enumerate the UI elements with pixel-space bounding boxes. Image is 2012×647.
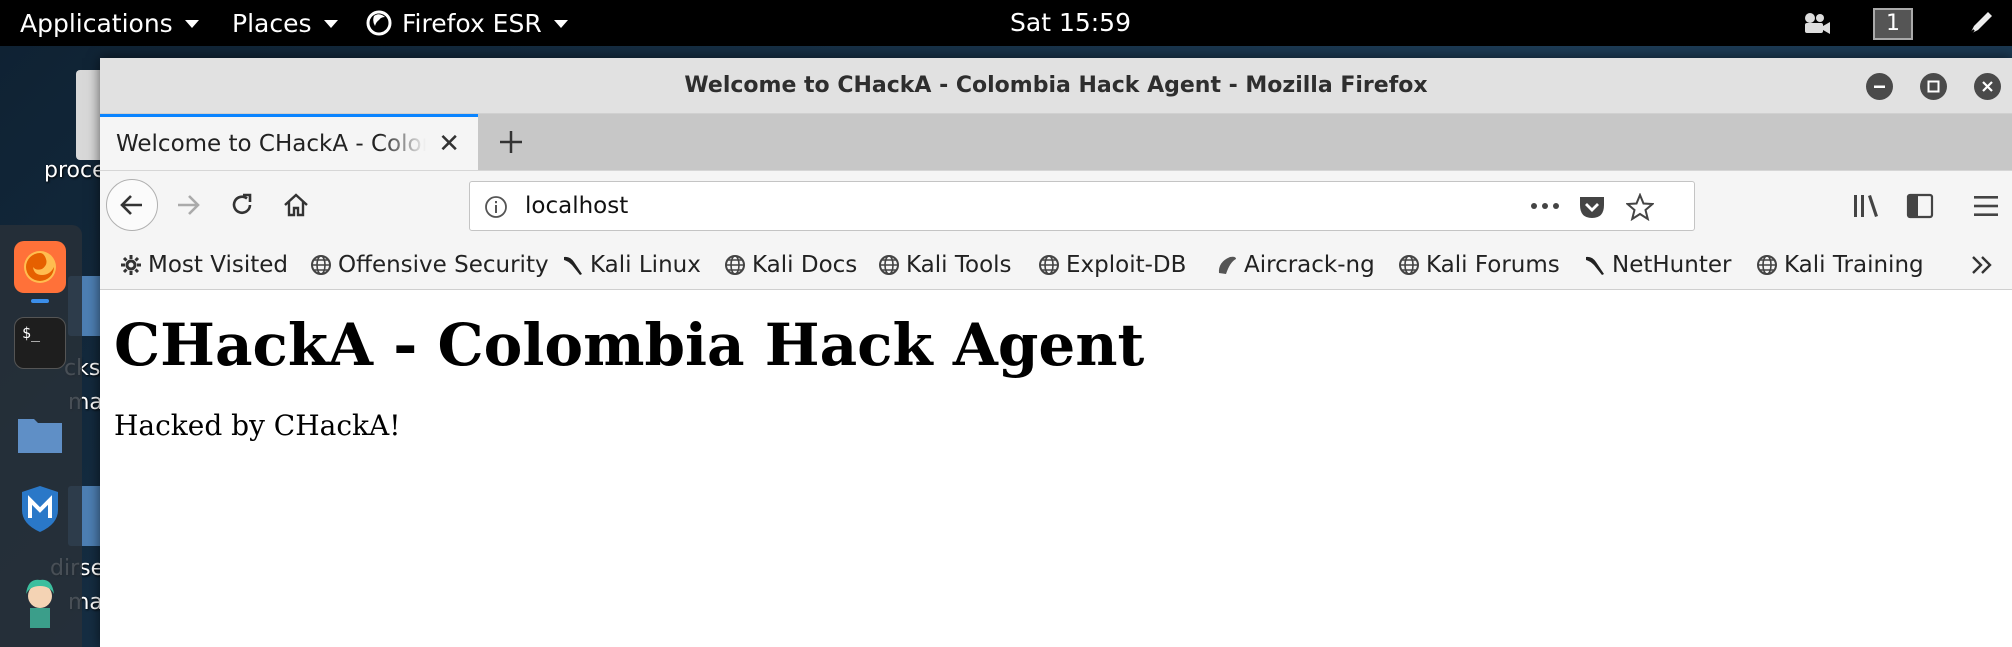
plus-icon [500, 131, 522, 153]
terminal-dock-icon[interactable]: $_ [14, 317, 66, 369]
hamburger-menu-icon[interactable] [1972, 193, 2000, 219]
bookmark-label: Kali Forums [1426, 252, 1560, 278]
bookmark-label: Most Visited [148, 252, 288, 278]
bookmark-label: Kali Tools [906, 252, 1012, 278]
places-menu[interactable]: Places [232, 0, 338, 46]
navigation-toolbar: localhost [100, 170, 2012, 240]
page-content: CHackA - Colombia Hack Agent Hacked by C… [100, 291, 2012, 647]
new-tab-button[interactable] [486, 114, 536, 170]
tab-bar: Welcome to CHackA - Colombia Hack Agent … [100, 114, 2012, 170]
globe-icon [1039, 255, 1059, 275]
info-icon[interactable] [484, 195, 508, 219]
reload-icon [232, 193, 252, 214]
applications-label: Applications [20, 8, 173, 38]
bookmark-label: Kali Docs [752, 252, 858, 278]
close-icon [1982, 81, 1993, 92]
gear-icon [121, 255, 141, 275]
home-icon [284, 193, 308, 217]
top-panel: Applications Places Firefox ESR Sat 15:5… [0, 0, 2012, 46]
url-bar[interactable]: localhost [469, 181, 1695, 231]
globe-icon [1399, 255, 1419, 275]
applications-menu[interactable]: Applications [20, 0, 199, 46]
firefox-window: Welcome to CHackA - Colombia Hack Agent … [100, 58, 2012, 647]
metasploit-shield-icon [22, 486, 58, 532]
minimize-icon [1874, 85, 1885, 88]
bookmark-kali-docs[interactable]: Kali Docs [724, 240, 857, 290]
files-dock-icon[interactable] [14, 407, 66, 459]
bookmark-most-visited[interactable]: Most Visited [120, 240, 288, 290]
bookmark-kali-forums[interactable]: Kali Forums [1398, 240, 1560, 290]
dock: $_ [0, 225, 82, 647]
back-button[interactable] [106, 179, 158, 231]
close-window-button[interactable] [1974, 73, 2001, 100]
clock[interactable]: Sat 15:59 [1010, 0, 1131, 46]
home-button[interactable] [270, 179, 322, 231]
running-indicator [31, 299, 49, 303]
window-title: Welcome to CHackA - Colombia Hack Agent … [684, 73, 1428, 98]
kali-dragon-icon [1586, 256, 1604, 275]
page-actions-icon[interactable] [1530, 200, 1560, 212]
workspace-switcher[interactable]: 1 [1873, 8, 1913, 40]
bookmark-kali-tools[interactable]: Kali Tools [878, 240, 1012, 290]
chevron-down-icon [553, 20, 568, 28]
globe-icon [879, 255, 899, 275]
bookmark-kali-training[interactable]: Kali Training [1756, 240, 1924, 290]
bookmark-label: Aircrack-ng [1244, 252, 1375, 278]
globe-icon [1757, 255, 1777, 275]
library-icon[interactable] [1852, 193, 1880, 219]
desktop-label: proce [44, 158, 106, 183]
minimize-button[interactable] [1866, 73, 1893, 100]
bookmark-exploit-db[interactable]: Exploit-DB [1038, 240, 1186, 290]
firefox-app-menu[interactable]: Firefox ESR [366, 0, 568, 46]
bookmark-aircrack-ng[interactable]: Aircrack-ng [1216, 240, 1375, 290]
bookmark-label: Kali Training [1784, 252, 1924, 278]
bookmark-star-icon[interactable] [1626, 193, 1654, 221]
back-arrow-icon [120, 195, 142, 215]
maximize-icon [1927, 80, 1940, 93]
bookmark-label: Kali Linux [590, 252, 701, 278]
firefox-logo-icon [24, 251, 56, 283]
pen-icon[interactable] [1966, 8, 1996, 38]
chevron-down-icon [184, 20, 199, 28]
bookmark-nethunter[interactable]: NetHunter [1584, 240, 1731, 290]
globe-icon [725, 255, 745, 275]
chevron-double-right-icon[interactable] [1970, 254, 1994, 276]
kali-dragon-icon [564, 256, 582, 275]
page-heading: CHackA - Colombia Hack Agent [114, 311, 1145, 379]
video-camera-icon[interactable] [1802, 10, 1832, 36]
bookmark-label: Offensive Security [338, 252, 549, 278]
firefox-icon [366, 10, 392, 36]
maximize-button[interactable] [1920, 73, 1947, 100]
metasploit-dock-icon[interactable] [14, 483, 66, 535]
bookmark-offensive-security[interactable]: Offensive Security [310, 240, 549, 290]
bookmark-label: Exploit-DB [1066, 252, 1187, 278]
sidebar-icon[interactable] [1906, 193, 1934, 219]
firefox-app-label: Firefox ESR [402, 8, 542, 38]
globe-icon [311, 255, 331, 275]
folder-icon [18, 419, 62, 453]
places-label: Places [232, 8, 312, 38]
bookmark-kali-linux[interactable]: Kali Linux [562, 240, 701, 290]
tab-close-icon[interactable]: ✕ [438, 129, 460, 159]
terminal-prompt-icon: $_ [22, 324, 41, 342]
bookmark-label: NetHunter [1612, 252, 1732, 278]
tab-active[interactable]: Welcome to CHackA - Colombia Hack Agent … [100, 114, 478, 170]
url-text[interactable]: localhost [525, 182, 628, 230]
aircrack-icon [1218, 256, 1236, 274]
tab-label: Welcome to CHackA - Colombia Hack Agent [116, 130, 426, 157]
window-titlebar[interactable]: Welcome to CHackA - Colombia Hack Agent … [100, 58, 2012, 114]
firefox-dock-icon[interactable] [14, 241, 66, 293]
forward-button[interactable] [162, 179, 214, 231]
pocket-icon[interactable] [1578, 194, 1606, 220]
chevron-down-icon [323, 20, 338, 28]
avatar-dock-icon[interactable] [14, 577, 66, 629]
bookmarks-toolbar: Most Visited Offensive Security Kali Lin… [100, 240, 2012, 290]
page-text: Hacked by CHackA! [114, 409, 401, 442]
reload-button[interactable] [216, 179, 268, 231]
anime-character-icon [26, 579, 54, 628]
forward-arrow-icon [178, 195, 200, 215]
